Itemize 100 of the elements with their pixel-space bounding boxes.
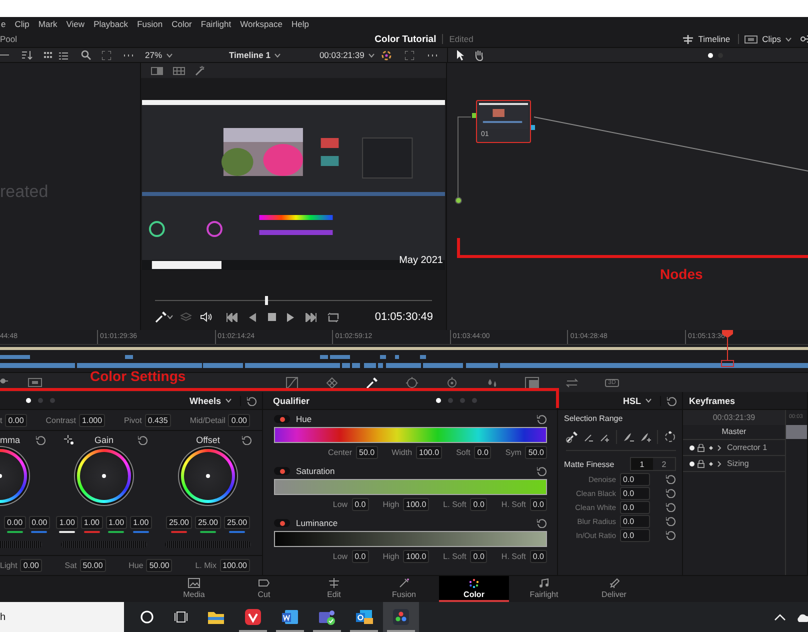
mode-dropdown[interactable]: HSL <box>623 396 660 406</box>
value-field[interactable]: 0.00 <box>228 414 250 426</box>
value-field[interactable]: 25.00 <box>224 516 250 529</box>
menu-item[interactable]: Fairlight <box>200 19 232 29</box>
value-field[interactable]: 0.00 <box>28 516 50 529</box>
page-tab[interactable]: Fairlight <box>509 576 579 602</box>
circle-icon[interactable] <box>140 610 154 624</box>
picker-plus-icon[interactable] <box>600 432 610 442</box>
loop-icon[interactable] <box>327 312 340 322</box>
sort-icon[interactable] <box>21 50 33 60</box>
menu-item[interactable]: Workspace <box>240 19 282 29</box>
value-field[interactable]: 1.000 <box>79 414 106 426</box>
reset-icon[interactable] <box>242 435 252 445</box>
invert-icon[interactable] <box>664 431 676 443</box>
feather-plus-icon[interactable] <box>640 432 651 442</box>
value-field[interactable]: 0.0 <box>474 446 492 459</box>
page-dot[interactable] <box>460 398 465 403</box>
play-icon[interactable] <box>287 312 294 322</box>
value-field[interactable]: 100.0 <box>403 498 430 511</box>
value-field[interactable]: 50.0 <box>356 446 378 459</box>
mode-dropdown[interactable]: Wheels <box>189 396 240 406</box>
tab[interactable]: 1 <box>631 458 653 470</box>
color-wheel[interactable] <box>77 449 131 503</box>
page-dot[interactable] <box>436 398 441 403</box>
input-port[interactable] <box>455 197 462 204</box>
page-dot[interactable] <box>472 398 477 403</box>
camera-raw-icon[interactable] <box>28 378 42 387</box>
value-field[interactable]: 0.435 <box>144 414 171 426</box>
toggle-switch[interactable] <box>274 467 290 475</box>
reset-icon[interactable] <box>537 518 547 528</box>
clips-button[interactable]: Clips <box>738 34 792 44</box>
page-dot[interactable] <box>50 398 55 403</box>
skip-back-icon[interactable] <box>226 312 238 322</box>
menu-item[interactable]: Mark <box>38 19 58 29</box>
range-bar[interactable] <box>274 427 547 443</box>
picker-minus-icon[interactable] <box>584 432 594 442</box>
value-field[interactable]: 0.00 <box>5 414 27 426</box>
toggle-switch[interactable] <box>274 519 290 527</box>
value-field[interactable]: 50.00 <box>80 559 106 572</box>
menu-item[interactable]: Playback <box>94 19 128 29</box>
value-field[interactable]: 0.0 <box>620 472 650 486</box>
value-field[interactable]: 1.00 <box>106 516 128 529</box>
reset-icon[interactable] <box>666 474 676 484</box>
magic-wand-icon[interactable] <box>195 66 205 76</box>
menu-item[interactable]: Color <box>172 19 192 29</box>
page-dot[interactable] <box>708 52 713 58</box>
grid-view-icon[interactable] <box>43 50 52 60</box>
value-field[interactable]: 50.0 <box>525 446 547 459</box>
value-field[interactable]: 0.0 <box>530 550 547 563</box>
range-bar[interactable] <box>274 531 547 547</box>
color-wheel-icon[interactable] <box>381 50 392 60</box>
pointer-icon[interactable] <box>456 50 465 60</box>
reset-icon[interactable] <box>537 414 547 424</box>
list-view-icon[interactable] <box>59 50 68 60</box>
value-field[interactable]: 0.0 <box>530 498 547 511</box>
reset-icon[interactable] <box>666 502 676 512</box>
keyframe-track[interactable]: Sizing <box>683 456 785 472</box>
search-field[interactable]: h <box>0 602 124 632</box>
value-field[interactable]: 1.00 <box>56 516 78 529</box>
scrub-handle[interactable] <box>264 296 268 305</box>
value-field[interactable]: 0.0 <box>470 498 488 511</box>
page-dot[interactable] <box>26 398 31 403</box>
timeline-dropdown[interactable]: Timeline 1 <box>229 50 282 60</box>
speaker-icon[interactable] <box>200 312 212 322</box>
menu-item[interactable]: View <box>66 19 85 29</box>
cloud-icon[interactable] <box>796 612 808 622</box>
keyframe-track[interactable]: Corrector 1 <box>683 440 785 456</box>
value-field[interactable]: 0.0 <box>352 498 369 511</box>
panel-tab[interactable]: Pool <box>0 34 335 44</box>
sliders-icon[interactable] <box>0 376 8 386</box>
page-tab[interactable]: Cut <box>229 576 299 602</box>
eyedropper-icon[interactable] <box>155 311 167 323</box>
value-field[interactable]: 25.00 <box>194 516 222 529</box>
reset-icon[interactable] <box>240 396 257 406</box>
reset-icon[interactable] <box>666 530 676 540</box>
chevron-up-icon[interactable] <box>774 613 786 621</box>
value-field[interactable]: 0.0 <box>620 486 650 500</box>
skip-forward-icon[interactable] <box>305 312 317 322</box>
value-field[interactable]: 0.00 <box>4 516 26 529</box>
hand-icon[interactable] <box>474 50 484 60</box>
task-view-icon[interactable] <box>174 610 188 624</box>
menu-item[interactable]: Help <box>291 19 309 29</box>
reset-icon[interactable] <box>537 466 547 476</box>
toggle-switch[interactable] <box>274 415 290 423</box>
reset-icon[interactable] <box>660 396 677 406</box>
value-field[interactable]: 1.00 <box>130 516 152 529</box>
page-tab[interactable]: Deliver <box>579 576 649 602</box>
feather-minus-icon[interactable] <box>623 432 634 442</box>
menu-item[interactable]: e <box>1 19 6 29</box>
color-wheel[interactable] <box>181 449 235 503</box>
timecode-dropdown[interactable]: 00:03:21:39 <box>319 50 376 60</box>
node-icon[interactable] <box>800 34 808 44</box>
value-field[interactable]: 0.0 <box>620 500 650 514</box>
value-field[interactable]: 0.0 <box>470 550 488 563</box>
zoom-dropdown[interactable]: 27% <box>145 50 174 60</box>
grid-icon[interactable] <box>173 66 185 74</box>
reverse-icon[interactable] <box>249 312 256 322</box>
value-field[interactable]: 50.00 <box>146 559 172 572</box>
value-field[interactable]: 0.00 <box>20 559 42 572</box>
reset-icon[interactable] <box>666 516 676 526</box>
